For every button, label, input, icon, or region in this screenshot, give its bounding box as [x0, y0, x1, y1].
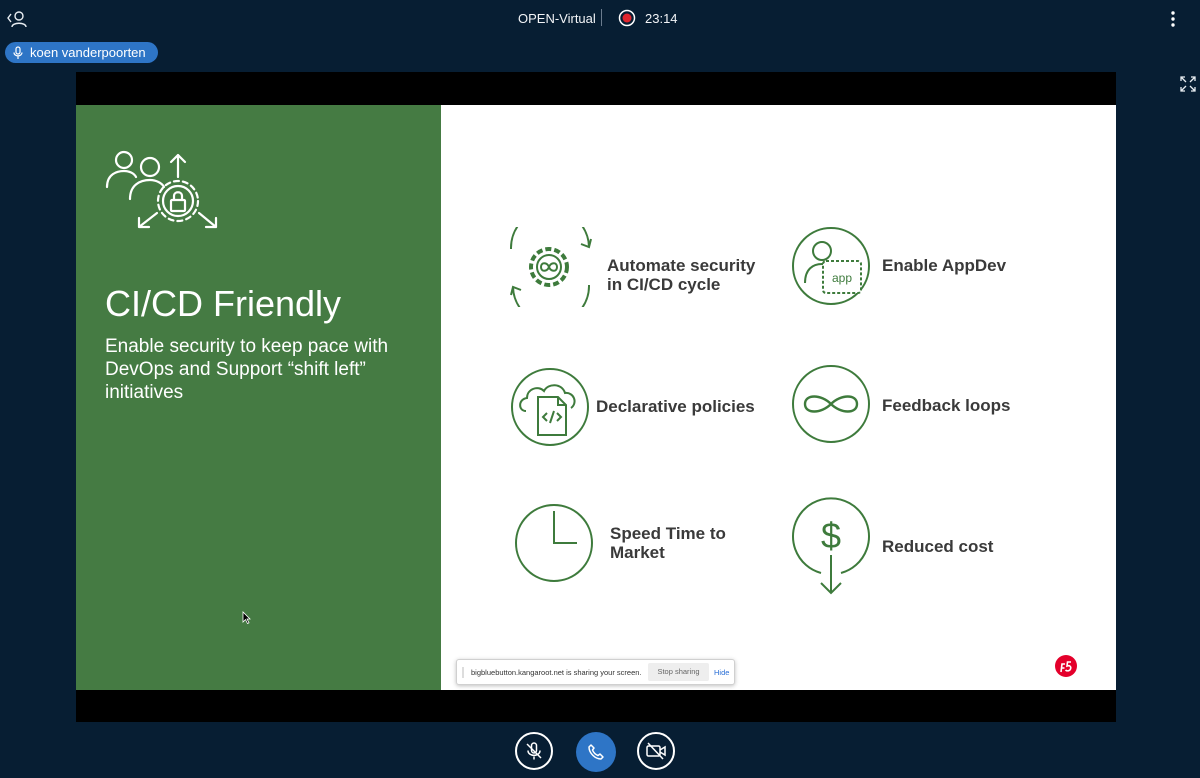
feature-label-appdev: Enable AppDev	[882, 256, 1007, 275]
dollar-down-icon: $	[792, 497, 870, 595]
feature-reduced-cost: $ Reduced cost	[791, 497, 1051, 597]
meeting-title: OPEN-Virtual	[518, 11, 596, 26]
mute-microphone-button[interactable]	[515, 732, 553, 770]
title-separator	[601, 9, 602, 26]
app-icon-text: app	[832, 271, 852, 285]
infinity-loop-icon	[792, 365, 870, 443]
record-icon[interactable]	[618, 9, 636, 27]
talking-indicator[interactable]: koen vanderpoorten	[5, 42, 158, 63]
feature-automate-security: Automate security in CI/CD cycle	[501, 227, 761, 307]
feature-label-speed: Speed Time to Market	[610, 524, 726, 562]
camera-off-icon	[646, 742, 666, 760]
presentation-slide: CI/CD Friendly Enable security to keep p…	[76, 105, 1116, 690]
feature-enable-appdev: app Enable AppDev	[791, 225, 1051, 307]
share-message: bigbluebutton.kangaroot.net is sharing y…	[471, 668, 642, 677]
feature-label-automate: Automate security in CI/CD cycle	[607, 256, 756, 294]
top-bar: OPEN-Virtual 23:14	[0, 0, 1200, 38]
phone-icon	[588, 744, 604, 760]
feature-declarative-policies: Declarative policies	[510, 367, 770, 447]
gear-infinity-icon	[509, 227, 592, 307]
recording-time: 23:14	[645, 11, 678, 26]
mouse-cursor-icon	[242, 611, 251, 624]
screenshare-notification: bigbluebutton.kangaroot.net is sharing y…	[456, 659, 735, 685]
slide-subtitle: Enable security to keep pace with DevOps…	[105, 336, 389, 403]
microphone-icon	[13, 45, 23, 59]
fullscreen-icon[interactable]	[1180, 76, 1196, 92]
hide-button[interactable]: Hide	[714, 668, 729, 677]
drag-handle[interactable]	[462, 667, 464, 678]
feature-label-cost: Reduced cost	[882, 537, 994, 556]
team-security-gear-icon	[105, 150, 218, 229]
feature-label-declarative: Declarative policies	[596, 397, 755, 416]
feature-feedback-loops: Feedback loops	[791, 364, 1051, 446]
developer-app-icon: app	[792, 227, 870, 305]
f5-logo-icon	[1055, 655, 1077, 677]
users-icon[interactable]	[6, 8, 28, 30]
slide-title: CI/CD Friendly	[105, 283, 342, 324]
feature-label-feedback: Feedback loops	[882, 396, 1011, 415]
talker-name: koen vanderpoorten	[30, 45, 146, 60]
stop-sharing-button[interactable]: Stop sharing	[648, 663, 709, 681]
kebab-menu-icon[interactable]	[1163, 8, 1183, 30]
leave-audio-button[interactable]	[576, 732, 616, 772]
dollar-sign: $	[821, 515, 841, 556]
clock-icon	[515, 504, 593, 582]
slide-left-panel: CI/CD Friendly Enable security to keep p…	[76, 105, 441, 690]
feature-speed-time-to-market: Speed Time to Market	[515, 503, 775, 585]
cloud-code-icon	[511, 368, 589, 446]
microphone-muted-icon	[526, 742, 542, 760]
share-webcam-button[interactable]	[637, 732, 675, 770]
screenshare-area: CI/CD Friendly Enable security to keep p…	[76, 72, 1116, 722]
